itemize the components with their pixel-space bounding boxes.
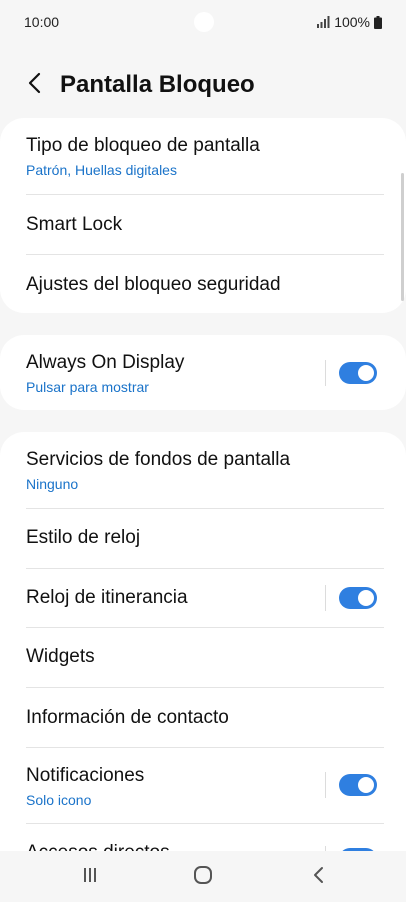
status-bar: 10:00 100% (0, 0, 406, 44)
setting-title: Servicios de fondos de pantalla (26, 449, 291, 470)
setting-contact-information[interactable]: Información de contacto (0, 688, 406, 747)
home-icon (193, 865, 213, 890)
chevron-left-icon (27, 72, 41, 99)
setting-clock-style[interactable]: Estilo de reloj (0, 509, 406, 568)
setting-title: Reloj de itinerancia (26, 587, 188, 608)
setting-subtitle: Patrón, Huellas digitales (26, 162, 177, 178)
setting-shortcuts[interactable]: Accesos directos (0, 824, 406, 851)
setting-title: Estilo de reloj (26, 527, 141, 548)
setting-title: Widgets (26, 646, 95, 667)
page-title: Pantalla Bloqueo (60, 71, 255, 98)
setting-subtitle: Ninguno (26, 476, 79, 492)
setting-title: Tipo de bloqueo de pantalla (26, 135, 260, 156)
notifications-toggle[interactable] (339, 774, 377, 796)
navigation-bar (0, 851, 406, 902)
recents-icon (81, 866, 99, 889)
status-time: 10:00 (24, 14, 60, 30)
nav-back-icon (312, 866, 324, 889)
app-header: Pantalla Bloqueo (0, 62, 406, 108)
lock-screen-card: Servicios de fondos de pantalla Ninguno … (0, 432, 406, 851)
always-on-display-toggle[interactable] (339, 362, 377, 384)
toggle-separator (325, 772, 326, 798)
setting-title: Smart Lock (26, 214, 123, 235)
toggle-separator (325, 360, 326, 386)
toggle-separator (325, 585, 326, 611)
setting-subtitle: Pulsar para mostrar (26, 379, 149, 395)
setting-title: Notificaciones (26, 765, 145, 786)
back-button[interactable] (20, 70, 48, 100)
camera-cutout (194, 12, 214, 32)
setting-title: Información de contacto (26, 707, 229, 728)
setting-title: Ajustes del bloqueo seguridad (26, 274, 281, 295)
signal-icon (317, 16, 330, 28)
status-icons: 100% (317, 14, 382, 30)
settings-list[interactable]: Tipo de bloqueo de pantalla Patrón, Huel… (0, 118, 406, 851)
nav-back-button[interactable] (298, 863, 338, 891)
setting-screen-lock-type[interactable]: Tipo de bloqueo de pantalla Patrón, Huel… (0, 118, 406, 194)
recents-button[interactable] (70, 863, 110, 891)
always-on-display-card: Always On Display Pulsar para mostrar (0, 335, 406, 410)
setting-subtitle: Solo icono (26, 792, 92, 808)
setting-roaming-clock[interactable]: Reloj de itinerancia (0, 569, 406, 627)
setting-title: Accesos directos (26, 842, 170, 851)
security-card: Tipo de bloqueo de pantalla Patrón, Huel… (0, 118, 406, 313)
home-button[interactable] (183, 863, 223, 891)
setting-title: Always On Display (26, 352, 185, 373)
setting-secure-lock-settings[interactable]: Ajustes del bloqueo seguridad (0, 255, 406, 313)
battery-level: 100% (334, 14, 370, 30)
setting-notifications[interactable]: Notificaciones Solo icono (0, 748, 406, 823)
setting-always-on-display[interactable]: Always On Display Pulsar para mostrar (0, 335, 406, 410)
setting-wallpaper-services[interactable]: Servicios de fondos de pantalla Ninguno (0, 432, 406, 508)
roaming-clock-toggle[interactable] (339, 587, 377, 609)
scrollbar[interactable] (401, 173, 404, 301)
setting-widgets[interactable]: Widgets (0, 628, 406, 687)
setting-smart-lock[interactable]: Smart Lock (0, 195, 406, 254)
battery-icon (374, 15, 382, 29)
